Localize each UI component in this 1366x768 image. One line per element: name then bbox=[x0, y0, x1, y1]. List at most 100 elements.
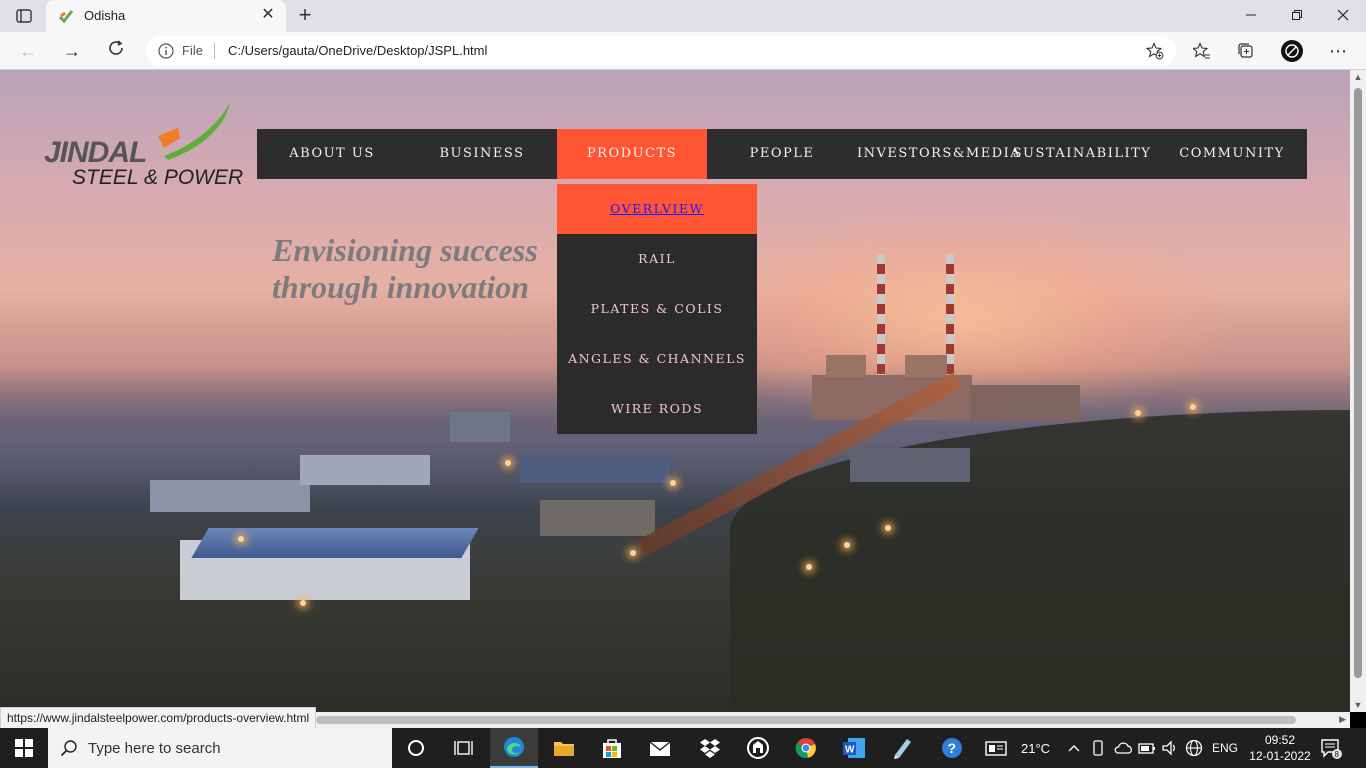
plant-building bbox=[905, 355, 947, 377]
street-light bbox=[238, 536, 244, 542]
info-icon[interactable] bbox=[158, 43, 174, 59]
notification-center-icon[interactable]: 8 bbox=[1320, 737, 1342, 759]
scroll-right-icon[interactable]: ▶ bbox=[1339, 714, 1346, 725]
chevron-up-icon[interactable] bbox=[1064, 728, 1084, 768]
volume-icon[interactable] bbox=[1159, 728, 1181, 768]
microsoft-store-icon[interactable] bbox=[588, 728, 636, 768]
street-light bbox=[1190, 404, 1196, 410]
collections-icon[interactable] bbox=[1232, 37, 1260, 65]
forward-icon[interactable]: → bbox=[58, 37, 86, 65]
tagline-line-1: Envisioning success bbox=[272, 232, 538, 268]
street-light bbox=[806, 564, 812, 570]
notepad-icon[interactable] bbox=[878, 728, 926, 768]
add-favorite-icon[interactable] bbox=[1146, 42, 1164, 60]
edge-browser-icon[interactable] bbox=[490, 728, 538, 768]
dropdown-item-wire-rods[interactable]: WIRE RODS bbox=[557, 384, 757, 434]
globe-icon[interactable] bbox=[1182, 728, 1206, 768]
dropdown-item-angles-channels[interactable]: ANGLES & CHANNELS bbox=[557, 334, 757, 384]
notification-count: 8 bbox=[1335, 750, 1340, 759]
language-indicator[interactable]: ENG bbox=[1212, 741, 1238, 755]
logo-swoosh-icon bbox=[158, 102, 230, 160]
clock[interactable]: 09:52 12-01-2022 bbox=[1248, 732, 1312, 764]
street-light bbox=[300, 600, 306, 606]
site-favicon-icon bbox=[58, 10, 74, 24]
nav-business[interactable]: BUSINESS bbox=[407, 129, 557, 179]
chimney bbox=[946, 254, 954, 379]
scrollbar-thumb[interactable] bbox=[316, 716, 1296, 724]
weather-icon[interactable] bbox=[976, 728, 1016, 768]
street-light bbox=[630, 550, 636, 556]
products-dropdown: OVERLVIEW RAIL PLATES & COLIS ANGLES & C… bbox=[557, 184, 757, 434]
profile-avatar[interactable] bbox=[1278, 37, 1306, 65]
battery-icon[interactable] bbox=[1136, 728, 1158, 768]
dropdown-item-overview[interactable]: OVERLVIEW bbox=[557, 184, 757, 234]
main-navigation: ABOUT US BUSINESS PRODUCTS PEOPLE INVEST… bbox=[257, 129, 1307, 179]
clock-time: 09:52 bbox=[1264, 733, 1296, 747]
browser-tab-bar: Odisha ✕ + bbox=[0, 0, 1366, 32]
mail-icon[interactable] bbox=[636, 728, 684, 768]
cortana-icon[interactable] bbox=[392, 728, 440, 768]
refresh-icon[interactable] bbox=[102, 37, 130, 65]
search-placeholder: Type here to search bbox=[88, 740, 221, 757]
nav-about-us[interactable]: ABOUT US bbox=[257, 129, 407, 179]
more-options-icon[interactable]: ⋯ bbox=[1324, 37, 1352, 65]
new-tab-button[interactable]: + bbox=[293, 4, 317, 28]
scroll-down-icon[interactable]: ▼ bbox=[1350, 698, 1366, 712]
address-divider bbox=[214, 43, 215, 59]
plant-building bbox=[970, 385, 1080, 420]
warehouse bbox=[540, 500, 655, 536]
tab-title: Odisha bbox=[84, 8, 126, 23]
app-icon[interactable] bbox=[734, 728, 782, 768]
plant-building bbox=[826, 355, 866, 377]
window-close-icon[interactable] bbox=[1320, 0, 1366, 32]
logo-text-jindal: JINDAL bbox=[44, 136, 147, 169]
search-icon bbox=[60, 740, 77, 757]
phone-link-icon[interactable] bbox=[1087, 728, 1109, 768]
file-explorer-icon[interactable] bbox=[540, 728, 588, 768]
tab-close-icon[interactable]: ✕ bbox=[258, 5, 278, 25]
chrome-icon[interactable] bbox=[782, 728, 830, 768]
building bbox=[450, 412, 510, 442]
scroll-up-icon[interactable]: ▲ bbox=[1350, 70, 1366, 84]
nav-people[interactable]: PEOPLE bbox=[707, 129, 857, 179]
address-scheme: File bbox=[182, 43, 203, 58]
nav-investors-media[interactable]: INVESTORS&MEDIA bbox=[857, 129, 1020, 179]
windows-taskbar: Type here to search W ? 21°C ENG 09:52 1… bbox=[0, 728, 1366, 768]
street-light bbox=[1135, 410, 1141, 416]
dropdown-item-rail[interactable]: RAIL bbox=[557, 234, 757, 284]
nav-products[interactable]: PRODUCTS bbox=[557, 129, 707, 179]
back-icon[interactable]: ← bbox=[14, 37, 42, 65]
help-icon[interactable]: ? bbox=[928, 728, 976, 768]
warehouse bbox=[300, 455, 430, 485]
nav-community[interactable]: COMMUNITY bbox=[1157, 129, 1307, 179]
address-bar-row: ← → File C:/Users/gauta/OneDrive/Desktop… bbox=[0, 32, 1366, 70]
chimney bbox=[877, 254, 885, 379]
windows-start-icon[interactable] bbox=[0, 728, 48, 768]
tab-actions-icon[interactable] bbox=[10, 6, 38, 26]
warehouse bbox=[520, 455, 670, 483]
vertical-scrollbar[interactable]: ▲ ▼ bbox=[1350, 70, 1366, 712]
word-icon[interactable]: W bbox=[830, 728, 878, 768]
link-status-bar: https://www.jindalsteelpower.com/product… bbox=[0, 707, 317, 729]
cloud-sync-icon[interactable] bbox=[1111, 728, 1135, 768]
taskbar-search-input[interactable]: Type here to search bbox=[48, 728, 392, 768]
street-light bbox=[885, 525, 891, 531]
minimize-icon[interactable] bbox=[1228, 0, 1274, 32]
street-light bbox=[505, 460, 511, 466]
jindal-logo[interactable]: JINDAL STEEL & POWER bbox=[44, 100, 244, 192]
browser-tab[interactable]: Odisha ✕ bbox=[46, 0, 286, 32]
task-view-icon[interactable] bbox=[440, 728, 488, 768]
dropbox-icon[interactable] bbox=[686, 728, 734, 768]
logo-text-steel-power: STEEL & POWER bbox=[72, 166, 244, 189]
restore-icon[interactable] bbox=[1274, 0, 1320, 32]
warehouse bbox=[850, 448, 970, 482]
dropdown-item-plates-colis[interactable]: PLATES & COLIS bbox=[557, 284, 757, 334]
favorites-icon[interactable] bbox=[1188, 37, 1216, 65]
tagline-line-2: through innovation bbox=[272, 269, 529, 305]
address-url[interactable]: C:/Users/gauta/OneDrive/Desktop/JSPL.htm… bbox=[228, 43, 487, 58]
scrollbar-thumb[interactable] bbox=[1354, 88, 1362, 678]
clock-date: 12-01-2022 bbox=[1249, 749, 1311, 763]
nav-sustainability[interactable]: SUSTAINABILITY bbox=[1007, 129, 1157, 179]
temperature[interactable]: 21°C bbox=[1021, 741, 1050, 756]
address-input[interactable]: File C:/Users/gauta/OneDrive/Desktop/JSP… bbox=[146, 36, 1176, 66]
